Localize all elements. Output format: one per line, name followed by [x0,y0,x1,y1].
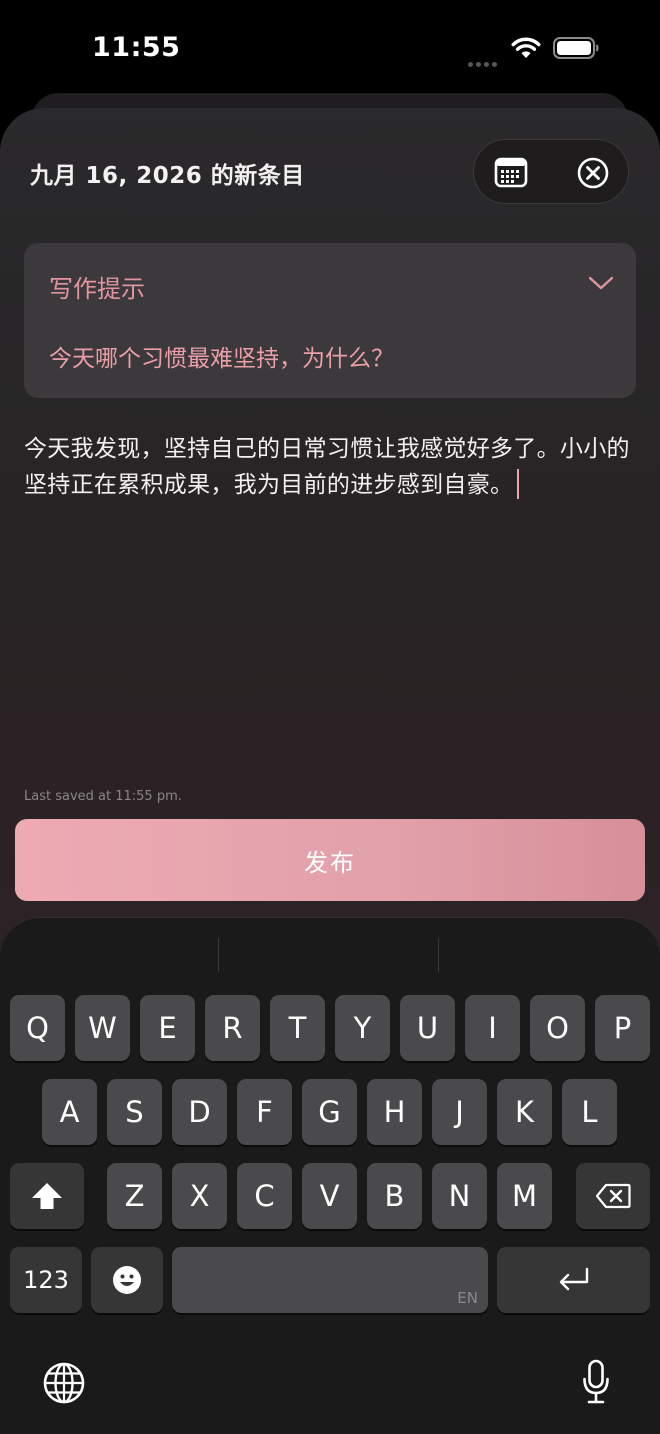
save-status: Last saved at 11:55 pm. [24,789,182,804]
keyboard: Q W E R T Y U I O P A S D F G H J K L Z … [0,917,660,1434]
key-j[interactable]: J [432,1079,487,1145]
key-n[interactable]: N [432,1163,487,1229]
prompt-heading: 写作提示 [49,275,145,303]
header-actions [473,139,629,204]
page-title: 九月 16, 2026 的新条目 [30,163,305,189]
shift-key[interactable] [10,1163,84,1229]
prompt-question: 今天哪个习惯最难坚持，为什么？ [49,346,394,372]
key-a[interactable]: A [42,1079,97,1145]
return-icon [559,1267,588,1291]
writing-prompt-card[interactable]: 写作提示 今天哪个习惯最难坚持，为什么？ [24,243,636,398]
key-o[interactable]: O [530,995,585,1061]
suggestion-divider [218,938,219,972]
space-language-label: EN [457,1289,478,1307]
key-m[interactable]: M [497,1163,552,1229]
key-p[interactable]: P [595,995,650,1061]
return-key[interactable] [497,1247,650,1313]
globe-icon[interactable] [42,1361,86,1405]
suggestion-divider [438,938,439,972]
key-i[interactable]: I [465,995,520,1061]
battery-icon [553,37,599,59]
key-l[interactable]: L [562,1079,617,1145]
calendar-icon[interactable] [494,156,528,188]
status-bar: 11:55 [0,0,660,95]
key-d[interactable]: D [172,1079,227,1145]
microphone-icon[interactable] [582,1359,610,1405]
delete-key[interactable] [576,1163,650,1229]
chevron-down-icon[interactable] [588,275,614,291]
key-k[interactable]: K [497,1079,552,1145]
space-key[interactable]: EN [172,1247,488,1313]
key-t[interactable]: T [270,995,325,1061]
shift-icon [32,1183,62,1209]
key-r[interactable]: R [205,995,260,1061]
key-w[interactable]: W [75,995,130,1061]
journal-text-area[interactable]: 今天我发现，坚持自己的日常习惯让我感觉好多了。小小的坚持正在累积成果，我为目前的… [24,431,644,503]
key-s[interactable]: S [107,1079,162,1145]
journal-text: 今天我发现，坚持自己的日常习惯让我感觉好多了。小小的坚持正在累积成果，我为目前的… [24,436,630,498]
publish-label: 发布 [304,848,356,877]
key-f[interactable]: F [237,1079,292,1145]
key-c[interactable]: C [237,1163,292,1229]
key-h[interactable]: H [367,1079,422,1145]
cellular-signal-icon [468,52,502,67]
key-u[interactable]: U [400,995,455,1061]
backspace-icon [595,1183,631,1209]
key-x[interactable]: X [172,1163,227,1229]
status-time: 11:55 [92,32,181,63]
text-cursor [517,469,520,499]
key-b[interactable]: B [367,1163,422,1229]
key-z[interactable]: Z [107,1163,162,1229]
close-circle-icon[interactable] [577,157,609,189]
key-g[interactable]: G [302,1079,357,1145]
key-y[interactable]: Y [335,995,390,1061]
key-q[interactable]: Q [10,995,65,1061]
key-v[interactable]: V [302,1163,357,1229]
publish-button[interactable]: 发布 [15,819,645,901]
emoji-icon [113,1266,141,1294]
new-entry-sheet: 九月 16, 2026 的新条目 写作提示 今天哪个习惯最难坚持，为什么？ 今天… [0,108,660,1434]
key-e[interactable]: E [140,995,195,1061]
numbers-key[interactable]: 123 [10,1247,82,1313]
emoji-key[interactable] [91,1247,163,1313]
wifi-icon [511,37,541,58]
